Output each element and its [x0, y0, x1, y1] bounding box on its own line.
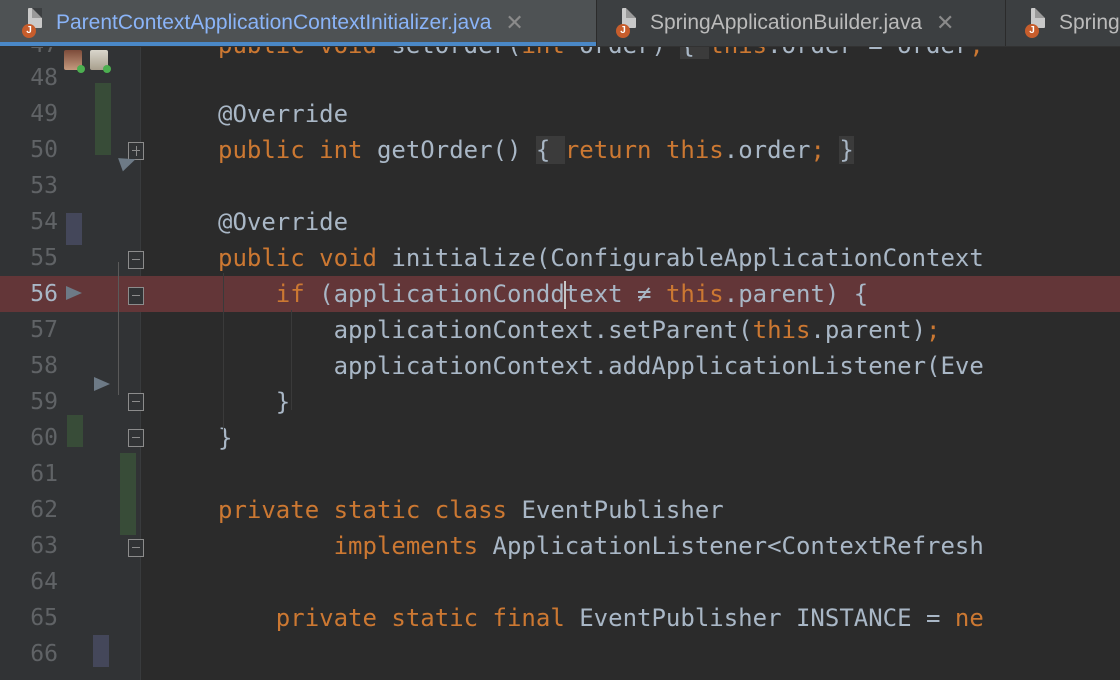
line-number[interactable]: 56 — [0, 276, 58, 312]
tab-spring-truncated[interactable]: J Spring — [1007, 0, 1120, 46]
code-line[interactable]: } — [218, 384, 290, 420]
author-avatar-icon[interactable] — [90, 50, 111, 73]
code-row-partial-bottom: @Override — [0, 673, 1120, 680]
active-tab-indicator — [0, 42, 596, 46]
code-line[interactable]: applicationContext.addApplicationListene… — [218, 348, 984, 384]
java-class-file-icon: J — [1025, 8, 1047, 38]
indent-guide — [223, 273, 224, 433]
close-icon[interactable]: ✕ — [936, 10, 954, 36]
code-row: 50 public int getOrder() { return this.or… — [0, 132, 1120, 168]
code-row: 60} — [0, 420, 1120, 456]
code-line[interactable]: applicationContext.setParent(this.parent… — [218, 312, 941, 348]
code-row: 58 applicationContext.addApplicationList… — [0, 348, 1120, 384]
tab-label: ParentContextApplicationContextInitializ… — [56, 11, 492, 34]
fold-minus-icon[interactable] — [128, 287, 144, 305]
line-number[interactable]: 59 — [0, 384, 58, 420]
line-number[interactable]: 60 — [0, 420, 58, 456]
tab-label: Spring — [1059, 11, 1120, 34]
line-number[interactable]: 62 — [0, 492, 58, 528]
code-row: 63 implements ApplicationListener<Contex… — [0, 528, 1120, 564]
code-row: 65 private static final EventPublisher I… — [0, 600, 1120, 636]
code-row: 57 applicationContext.setParent(this.par… — [0, 312, 1120, 348]
vcs-added-marker[interactable] — [120, 453, 136, 535]
code-row: 48 — [0, 60, 1120, 96]
line-number[interactable]: 50 — [0, 132, 58, 168]
fold-range-line — [118, 262, 119, 395]
fold-minus-icon[interactable] — [128, 429, 144, 447]
code-row: 53 — [0, 168, 1120, 204]
line-number[interactable]: 54 — [0, 204, 58, 240]
indent-guide — [291, 310, 292, 410]
tab-parent-context-initializer[interactable]: J ParentContextApplicationContextInitial… — [0, 0, 597, 46]
tab-spring-application-builder[interactable]: J SpringApplicationBuilder.java ✕ — [598, 0, 1006, 46]
vcs-added-marker[interactable] — [95, 83, 111, 155]
code-row-breakpoint: 56 if (applicationConddtext ≠ this.paren… — [0, 276, 1120, 312]
fold-minus-icon[interactable] — [128, 251, 144, 269]
code-row: 49 @Override — [0, 96, 1120, 132]
line-number[interactable]: 66 — [0, 636, 58, 672]
line-number[interactable]: 55 — [0, 240, 58, 276]
editor-tab-bar: J ParentContextApplicationContextInitial… — [0, 0, 1120, 47]
code-line[interactable]: if (applicationConddtext ≠ this.parent) … — [218, 276, 868, 312]
line-number[interactable]: 58 — [0, 348, 58, 384]
code-row: 61 — [0, 456, 1120, 492]
vcs-modified-marker[interactable] — [66, 213, 82, 245]
code-row: 66 — [0, 636, 1120, 672]
line-number[interactable]: 63 — [0, 528, 58, 564]
close-icon[interactable]: ✕ — [505, 10, 523, 36]
line-number[interactable]: 61 — [0, 456, 58, 492]
code-line[interactable]: private static final EventPublisher INST… — [218, 600, 984, 636]
code-line[interactable]: @Override — [218, 96, 348, 132]
execution-arrow-icon[interactable] — [66, 286, 82, 300]
code-row: 55 public void initialize(ConfigurableApp… — [0, 240, 1120, 276]
vcs-added-marker[interactable] — [67, 415, 83, 447]
code-row: 59 } — [0, 384, 1120, 420]
line-number[interactable]: 53 — [0, 168, 58, 204]
line-number[interactable]: 48 — [0, 60, 58, 96]
code-line[interactable]: @Override — [218, 673, 406, 680]
line-number[interactable]: 65 — [0, 600, 58, 636]
code-line[interactable]: @Override — [218, 204, 348, 240]
code-line[interactable]: public void initialize(ConfigurableAppli… — [218, 240, 984, 276]
line-number[interactable]: 57 — [0, 312, 58, 348]
java-class-file-icon: J — [616, 8, 638, 38]
code-row: 64 — [0, 564, 1120, 600]
tab-label: SpringApplicationBuilder.java — [650, 11, 923, 34]
execution-arrow-icon[interactable] — [94, 377, 110, 391]
fold-minus-icon[interactable] — [128, 393, 144, 411]
vcs-modified-marker[interactable] — [93, 635, 109, 667]
code-row: 54 @Override — [0, 204, 1120, 240]
code-row: 62 private static class EventPublisher — [0, 492, 1120, 528]
line-number[interactable]: 49 — [0, 96, 58, 132]
line-number[interactable]: 64 — [0, 564, 58, 600]
author-avatar-icon[interactable] — [64, 50, 85, 73]
code-line[interactable]: public int getOrder() { return this.orde… — [218, 132, 854, 168]
code-line[interactable]: implements ApplicationListener<ContextRe… — [218, 528, 984, 564]
code-line[interactable]: private static class EventPublisher — [218, 492, 724, 528]
java-class-file-icon: J — [22, 8, 44, 38]
fold-minus-icon[interactable] — [128, 539, 144, 557]
code-line[interactable]: } — [218, 420, 232, 456]
code-editor[interactable]: 47 public void setOrder(int order) { thi… — [0, 47, 1120, 680]
